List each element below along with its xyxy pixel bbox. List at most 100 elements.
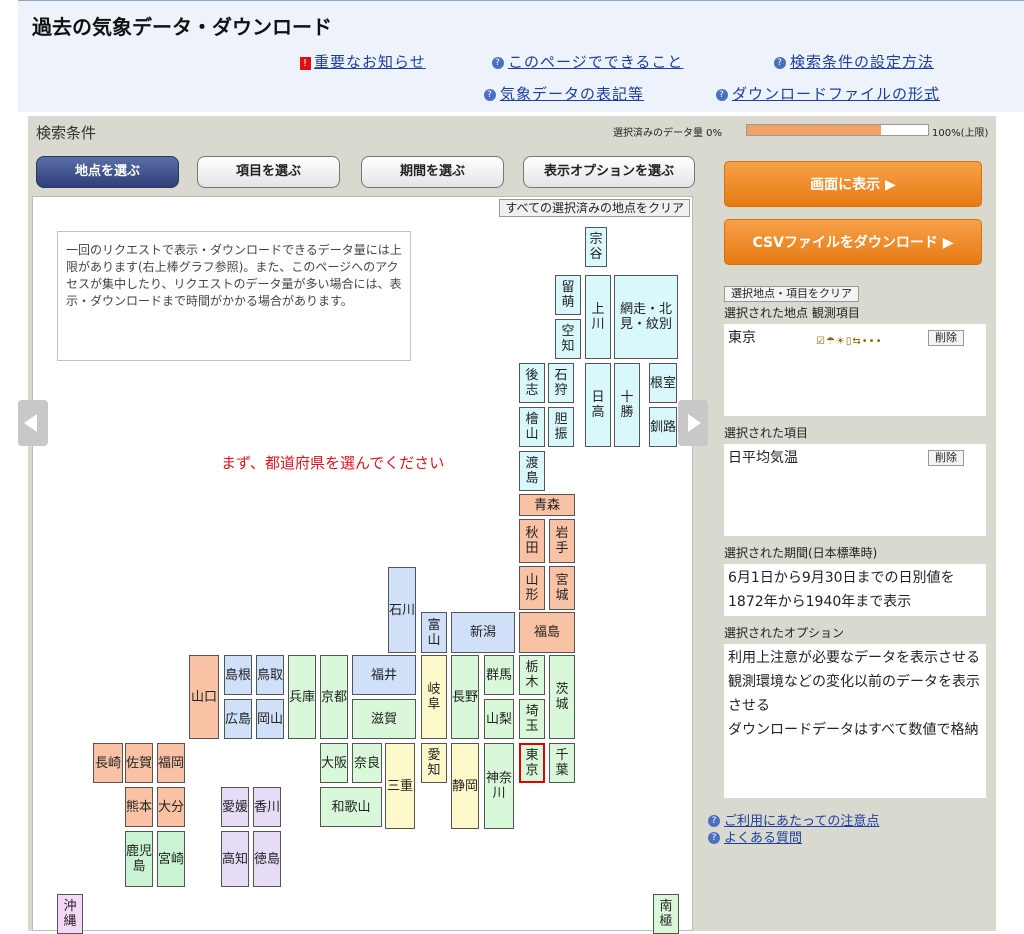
prefecture-niigata[interactable]: 新潟 <box>451 612 515 653</box>
previous-arrow-button[interactable] <box>18 400 48 446</box>
prefecture-oshima[interactable]: 渡島 <box>519 451 545 491</box>
prefecture-label: 福井 <box>370 667 397 683</box>
prefecture-soya[interactable]: 宗谷 <box>585 227 607 267</box>
faq-label: よくある質問 <box>724 831 803 846</box>
selected-options-box: 利用上注意が必要なデータを表示させる 観測環境などの変化以前のデータを表示させる… <box>724 644 986 798</box>
prefecture-ishikari[interactable]: 石狩 <box>548 363 574 403</box>
next-arrow-button[interactable] <box>678 400 708 446</box>
prefecture-tottori[interactable]: 鳥取 <box>256 655 284 695</box>
prefecture-hidaka[interactable]: 日高 <box>585 363 611 447</box>
clear-selection-wrap: 選択地点・項目をクリア <box>724 282 859 302</box>
prefecture-yamaguchi[interactable]: 山口 <box>189 655 219 739</box>
prefecture-hiroshima[interactable]: 広島 <box>224 699 252 739</box>
clear-selection-button[interactable]: 選択地点・項目をクリア <box>724 286 859 302</box>
prefecture-miyazaki[interactable]: 宮崎 <box>157 831 185 887</box>
prefecture-shimane[interactable]: 島根 <box>224 655 252 695</box>
prefecture-kagawa[interactable]: 香川 <box>253 787 281 827</box>
prefecture-saitama[interactable]: 埼玉 <box>519 699 545 739</box>
tab-station[interactable]: 地点を選ぶ <box>36 156 179 188</box>
prefecture-kushiro[interactable]: 釧路 <box>649 407 677 447</box>
prefecture-aichi[interactable]: 愛知 <box>421 743 447 783</box>
prefecture-aomori[interactable]: 青森 <box>519 494 575 516</box>
prefecture-ishikawa[interactable]: 石川 <box>388 567 416 653</box>
prefecture-ehime[interactable]: 愛媛 <box>221 787 249 827</box>
question-icon: ? <box>708 815 720 827</box>
prefecture-nagasaki[interactable]: 長崎 <box>93 743 123 783</box>
important-notice-link[interactable]: ! 重要なお知らせ <box>300 51 426 72</box>
prefecture-label: 空知 <box>561 324 575 354</box>
prefecture-tokachi[interactable]: 十勝 <box>614 363 640 447</box>
tab-option[interactable]: 表示オプションを選ぶ <box>523 156 695 188</box>
prefecture-hiyama[interactable]: 檜山 <box>519 407 545 447</box>
question-icon: ? <box>492 57 504 69</box>
show-on-screen-button[interactable]: 画面に表示 ▶ <box>724 161 982 207</box>
prefecture-chiba[interactable]: 千葉 <box>549 743 575 783</box>
prefecture-label: 石狩 <box>554 368 568 398</box>
clear-all-stations-button[interactable]: すべての選択済みの地点をクリア <box>499 199 690 217</box>
prefecture-osaka[interactable]: 大阪 <box>320 743 348 783</box>
quota-bar <box>746 124 929 136</box>
prefecture-rumoi[interactable]: 留萌 <box>555 275 581 315</box>
delete-item-button[interactable]: 削除 <box>928 450 964 466</box>
panel-title: 検索条件 <box>36 124 97 142</box>
prefecture-nagano[interactable]: 長野 <box>451 655 479 739</box>
prefecture-iwate[interactable]: 岩手 <box>549 519 575 563</box>
prefecture-abashiri[interactable]: 網走・北見・紋別 <box>614 275 678 359</box>
period-line-1: 6月1日から9月30日までの日別値を <box>728 570 955 586</box>
selected-period-box: 6月1日から9月30日までの日別値を 1872年から1940年まで表示 <box>724 564 986 616</box>
can-do-label: このページでできること <box>508 53 684 71</box>
prefecture-label: 青森 <box>533 497 560 513</box>
prefecture-kyoto[interactable]: 京都 <box>320 655 348 739</box>
prefecture-yamagata[interactable]: 山形 <box>519 566 545 610</box>
prefecture-tokushima[interactable]: 徳島 <box>253 831 281 887</box>
prefecture-label: 滋賀 <box>370 711 397 727</box>
prefecture-kumamoto[interactable]: 熊本 <box>125 787 153 827</box>
prefecture-tokyo[interactable]: 東京 <box>519 743 545 783</box>
prefecture-iburi[interactable]: 胆振 <box>548 407 574 447</box>
prefecture-fukuoka[interactable]: 福岡 <box>157 743 185 783</box>
prefecture-fukui[interactable]: 福井 <box>352 655 416 695</box>
can-do-link[interactable]: ? このページでできること <box>492 51 683 72</box>
how-to-set-link[interactable]: ? 検索条件の設定方法 <box>774 51 934 72</box>
prefecture-nemuro[interactable]: 根室 <box>649 363 677 403</box>
prefecture-fukushima[interactable]: 福島 <box>519 612 575 653</box>
prefecture-oita[interactable]: 大分 <box>157 787 185 827</box>
file-format-link[interactable]: ? ダウンロードファイルの形式 <box>716 83 940 104</box>
prefecture-wakayama[interactable]: 和歌山 <box>320 787 382 827</box>
prefecture-shiribeshi[interactable]: 後志 <box>519 363 545 403</box>
prefecture-label: 後志 <box>525 368 539 398</box>
prefecture-label: 愛知 <box>427 748 441 778</box>
prefecture-antarctica[interactable]: 南極 <box>653 894 679 934</box>
prefecture-kagoshima[interactable]: 鹿児島 <box>125 831 153 887</box>
prefecture-tochigi[interactable]: 栃木 <box>519 655 545 695</box>
prefecture-shizuoka[interactable]: 静岡 <box>451 743 479 829</box>
prefecture-akita[interactable]: 秋田 <box>519 519 545 563</box>
prefecture-label: 沖縄 <box>63 899 77 929</box>
prefecture-ibaraki[interactable]: 茨城 <box>549 655 575 739</box>
prefecture-yamanashi[interactable]: 山梨 <box>484 699 514 739</box>
prefecture-shiga[interactable]: 滋賀 <box>352 699 416 739</box>
faq-link[interactable]: ? よくある質問 <box>708 827 802 846</box>
prefecture-kochi[interactable]: 高知 <box>221 831 249 887</box>
prefecture-hyogo[interactable]: 兵庫 <box>288 655 316 739</box>
prefecture-sorachi[interactable]: 空知 <box>555 319 581 359</box>
selected-item: 日平均気温 <box>728 450 798 466</box>
prefecture-mie[interactable]: 三重 <box>385 743 415 829</box>
prefecture-toyama[interactable]: 富山 <box>421 612 447 653</box>
prefecture-nara[interactable]: 奈良 <box>352 743 382 783</box>
prefecture-label: 宗谷 <box>589 232 603 262</box>
csv-download-button[interactable]: CSVファイルをダウンロード ▶ <box>724 219 982 265</box>
prefecture-label: 静岡 <box>452 778 479 794</box>
prefecture-gunma[interactable]: 群馬 <box>484 655 514 695</box>
delete-station-button[interactable]: 削除 <box>928 330 964 346</box>
notation-link[interactable]: ? 気象データの表記等 <box>484 83 644 104</box>
prefecture-gifu[interactable]: 岐阜 <box>421 655 447 739</box>
tab-item[interactable]: 項目を選ぶ <box>197 156 340 188</box>
prefecture-kamikawa[interactable]: 上川 <box>585 275 611 359</box>
prefecture-kanagawa[interactable]: 神奈川 <box>484 743 514 829</box>
prefecture-okinawa[interactable]: 沖縄 <box>57 894 83 934</box>
tab-period[interactable]: 期間を選ぶ <box>361 156 504 188</box>
prefecture-okayama[interactable]: 岡山 <box>256 699 284 739</box>
prefecture-miyagi[interactable]: 宮城 <box>549 566 575 610</box>
prefecture-saga[interactable]: 佐賀 <box>125 743 153 783</box>
